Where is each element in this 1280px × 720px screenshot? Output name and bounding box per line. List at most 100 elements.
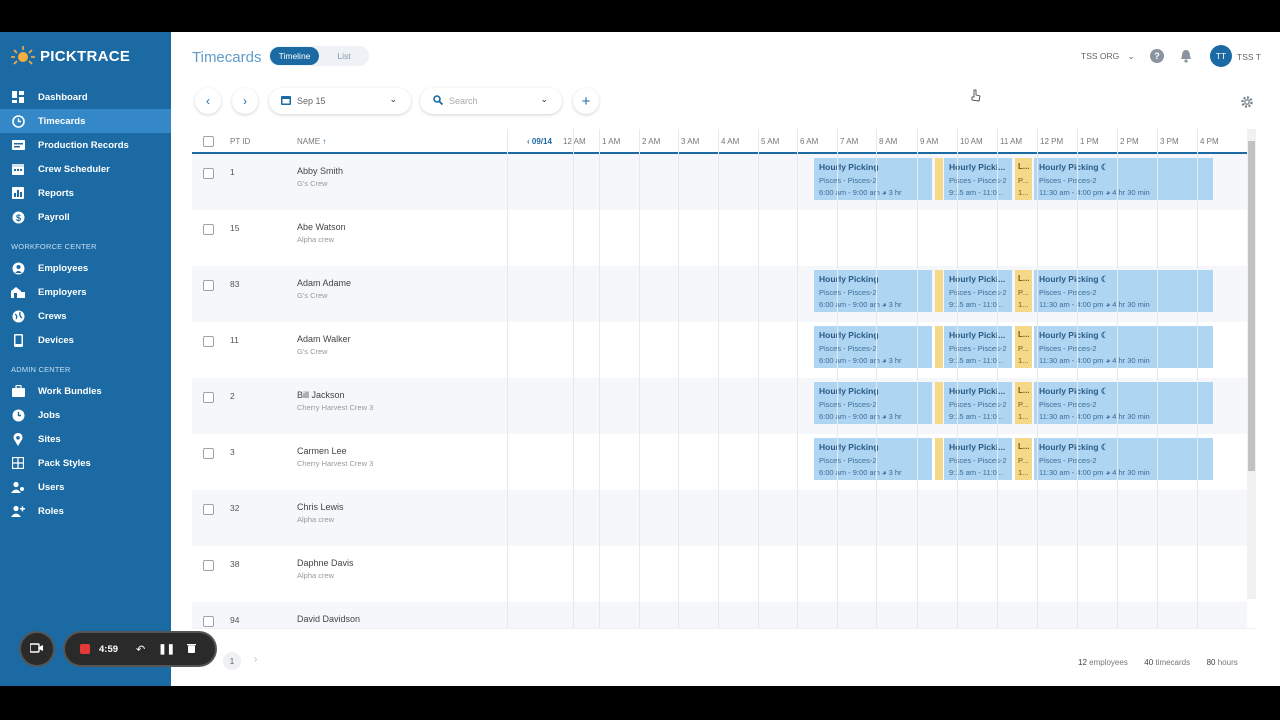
column-header-pt-id[interactable]: PT ID	[230, 137, 250, 146]
sidebar-item-jobs[interactable]: Jobs	[0, 403, 171, 427]
sidebar-item-pack-styles[interactable]: Pack Styles	[0, 451, 171, 475]
sidebar-item-timecards[interactable]: Timecards	[0, 109, 171, 133]
sidebar-item-crew-scheduler[interactable]: Crew Scheduler	[0, 157, 171, 181]
sidebar-item-roles[interactable]: Roles	[0, 499, 171, 523]
timecard-block[interactable]: Hourly Picking ☾ Pisces - Pisces-2 11:30 a…	[1034, 326, 1213, 368]
timecard-block[interactable]: Hourly Picking ☾ Pisces - Pisces-2 11:30 a…	[1034, 270, 1213, 312]
user-name[interactable]: TSS T	[1237, 52, 1261, 62]
timecard-block[interactable]: Hourly Picking ☾ Pisces - Pisces-2 11:30 a…	[1034, 382, 1213, 424]
timecard-block[interactable]: Hourly Picking Pisces - Pisces-2 6:00 am -…	[814, 158, 932, 200]
logo[interactable]: PICKTRACE	[10, 45, 130, 67]
select-all-checkbox[interactable]	[203, 136, 214, 147]
table-row[interactable]: 94 David Davidson	[192, 602, 1247, 629]
row-checkbox[interactable]	[203, 448, 214, 459]
sidebar-item-sites[interactable]: Sites	[0, 427, 171, 451]
employee-name[interactable]: David Davidson	[297, 614, 360, 624]
row-checkbox[interactable]	[203, 560, 214, 571]
row-checkbox[interactable]	[203, 168, 214, 179]
table-row[interactable]: 3 Carmen Lee Cherry Harvest Crew 3 Hourly P…	[192, 434, 1247, 490]
table-row[interactable]: 11 Adam Walker G's Crew Hourly Picking Pisce…	[192, 322, 1247, 378]
avatar[interactable]: TT	[1210, 45, 1232, 67]
prev-day-link[interactable]: ‹ 09/14	[527, 137, 552, 146]
sidebar-item-dashboard[interactable]: Dashboard	[0, 85, 171, 109]
add-timecard-button[interactable]: +	[573, 88, 599, 114]
break-block[interactable]	[935, 382, 943, 424]
employee-name[interactable]: Abe Watson	[297, 222, 346, 232]
timecard-block[interactable]: Hourly Picking ☾ Pisces - Pisces-2 11:30 a…	[1034, 438, 1213, 480]
row-checkbox[interactable]	[203, 392, 214, 403]
timecard-block[interactable]: Hourly Picki... Pisces - Pisces-2 9:15 am …	[944, 270, 1012, 312]
sidebar-item-employees[interactable]: Employees	[0, 256, 171, 280]
sidebar-item-payroll[interactable]: $ Payroll	[0, 205, 171, 229]
row-checkbox[interactable]	[203, 280, 214, 291]
timecard-block[interactable]: Hourly Picki... Pisces - Pisces-2 9:15 am …	[944, 326, 1012, 368]
column-header-name[interactable]: NAME ↑	[297, 137, 326, 146]
timecard-block[interactable]: Hourly Picking Pisces - Pisces-2 6:00 am -…	[814, 438, 932, 480]
block-time: 6:00 am - 9:00 am ◕ 3 hr	[819, 468, 902, 477]
row-checkbox[interactable]	[203, 504, 214, 515]
row-checkbox[interactable]	[203, 224, 214, 235]
page-number[interactable]: 1	[223, 652, 241, 670]
sidebar-item-production-records[interactable]: Production Records	[0, 133, 171, 157]
break-block[interactable]	[935, 270, 943, 312]
sidebar-item-label: Work Bundles	[38, 385, 102, 397]
lunch-block[interactable]: L... P... 1...	[1015, 158, 1032, 200]
bell-icon[interactable]	[1180, 49, 1192, 68]
table-row[interactable]: 38 Daphne Davis Alpha crew	[192, 546, 1247, 602]
stop-recording-icon[interactable]	[80, 644, 90, 654]
org-selector[interactable]: TSS ORG ⌄	[1081, 51, 1135, 62]
settings-gear-icon[interactable]	[1240, 95, 1254, 114]
lunch-block[interactable]: L... P... 1...	[1015, 270, 1032, 312]
employee-name[interactable]: Chris Lewis	[297, 502, 344, 512]
timecard-block[interactable]: Hourly Picking ☾ Pisces - Pisces-2 11:30 a…	[1034, 158, 1213, 200]
break-block[interactable]	[935, 326, 943, 368]
lunch-block[interactable]: L... P... 1...	[1015, 382, 1032, 424]
employee-name[interactable]: Abby Smith	[297, 166, 343, 176]
employee-name[interactable]: Carmen Lee	[297, 446, 347, 456]
tab-timeline[interactable]: Timeline	[270, 47, 319, 65]
timecard-block[interactable]: Hourly Picking Pisces - Pisces-2 6:00 am -…	[814, 270, 932, 312]
employee-name[interactable]: Adam Walker	[297, 334, 351, 344]
search-input[interactable]: Search ⌄	[420, 88, 562, 114]
tab-list[interactable]: List	[325, 47, 363, 65]
timecard-block[interactable]: Hourly Picking Pisces - Pisces-2 6:00 am -…	[814, 326, 932, 368]
timecard-block[interactable]: Hourly Picki... Pisces - Pisces-2 9:15 am …	[944, 382, 1012, 424]
table-row[interactable]: 1 Abby Smith G's Crew Hourly Picking Pisces …	[192, 154, 1247, 210]
prev-date-button[interactable]: ‹	[195, 88, 221, 114]
trash-icon[interactable]	[187, 640, 196, 658]
horizontal-scrollbar[interactable]	[192, 628, 1256, 629]
timecard-block[interactable]: Hourly Picki... Pisces - Pisces-2 9:15 am …	[944, 158, 1012, 200]
vertical-scrollbar-thumb[interactable]	[1248, 141, 1255, 471]
block-site: Pisces - Pisces-2	[819, 344, 877, 353]
sidebar-item-work-bundles[interactable]: Work Bundles	[0, 379, 171, 403]
help-icon[interactable]: ?	[1150, 49, 1164, 63]
block-site: Pisces - Pisces-2	[819, 176, 877, 185]
table-row[interactable]: 32 Chris Lewis Alpha crew	[192, 490, 1247, 546]
next-date-button[interactable]: ›	[232, 88, 258, 114]
sidebar-item-employers[interactable]: Employers	[0, 280, 171, 304]
sidebar-item-reports[interactable]: Reports	[0, 181, 171, 205]
table-row[interactable]: 83 Adam Adame G's Crew Hourly Picking Pisces…	[192, 266, 1247, 322]
employee-name[interactable]: Bill Jackson	[297, 390, 345, 400]
row-checkbox[interactable]	[203, 336, 214, 347]
timecard-block[interactable]: Hourly Picking Pisces - Pisces-2 6:00 am -…	[814, 382, 932, 424]
lunch-block[interactable]: L... P... 1...	[1015, 438, 1032, 480]
break-block[interactable]	[935, 158, 943, 200]
undo-icon[interactable]: ↶	[136, 643, 145, 656]
vertical-scrollbar[interactable]	[1247, 129, 1256, 599]
table-row[interactable]: 2 Bill Jackson Cherry Harvest Crew 3 Hourly…	[192, 378, 1247, 434]
date-picker[interactable]: Sep 15 ⌄	[269, 88, 411, 114]
table-row[interactable]: 15 Abe Watson Alpha crew	[192, 210, 1247, 266]
break-block[interactable]	[935, 438, 943, 480]
sidebar-item-crews[interactable]: Crews	[0, 304, 171, 328]
sidebar-item-users[interactable]: Users	[0, 475, 171, 499]
pause-icon[interactable]: ❚❚	[158, 644, 175, 655]
employee-name[interactable]: Adam Adame	[297, 278, 351, 288]
timecard-block[interactable]: Hourly Picki... Pisces - Pisces-2 9:15 am …	[944, 438, 1012, 480]
employee-name[interactable]: Daphne Davis	[297, 558, 354, 568]
row-checkbox[interactable]	[203, 616, 214, 627]
lunch-block[interactable]: L... P... 1...	[1015, 326, 1032, 368]
camera-toggle-button[interactable]	[21, 633, 53, 665]
next-page-icon[interactable]: ›	[254, 654, 257, 665]
sidebar-item-devices[interactable]: Devices	[0, 328, 171, 352]
